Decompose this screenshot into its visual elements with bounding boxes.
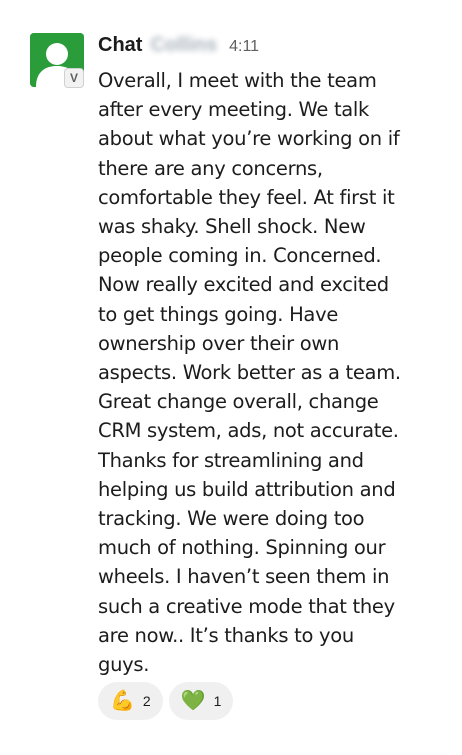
reactions-bar: 💪 2 💚 1 [98, 682, 234, 720]
message-text-line: about what you’re working on if [98, 127, 400, 151]
message-text-line: CRM system, ads, not accurate. [98, 419, 399, 443]
message-text-line: there are any concerns, [98, 156, 323, 180]
green-heart-icon: 💚 [180, 690, 206, 712]
message-text-line: after every meeting. We talk [98, 98, 370, 122]
message-text-line: wheels. I haven’t seen them in [98, 565, 390, 589]
message-text-line: are now.. It’s thanks to you [98, 623, 354, 647]
message-text-line: Thanks for streamlining and [98, 448, 364, 472]
reaction-green-heart[interactable]: 💚 1 [168, 682, 234, 720]
message-text-line: tracking. We were doing too [98, 507, 365, 531]
reaction-count: 1 [213, 693, 222, 709]
avatar-badge: V [64, 68, 84, 88]
message-text-line: such a creative mode that they [98, 594, 395, 618]
message-timestamp[interactable]: 4:11 [229, 38, 259, 56]
message-text-line: people coming in. Concerned. [98, 244, 382, 268]
message-body: Overall, I meet with the team after every… [98, 66, 448, 679]
flexed-biceps-icon: 💪 [110, 690, 135, 712]
reaction-count: 2 [142, 693, 151, 709]
message-text-line: guys. [98, 653, 150, 677]
message-text-line: Great change overall, change [98, 390, 379, 414]
message-text-line: to get things going. Have [98, 302, 339, 326]
message-text-line: helping us build attribution and [98, 477, 396, 501]
message-text-line: comfortable they feel. At first it [98, 185, 395, 209]
message-header: Chat Collins 4:11 [98, 34, 259, 60]
message-text-line: Overall, I meet with the team [98, 69, 377, 92]
reaction-flexed-biceps[interactable]: 💪 2 [98, 682, 163, 720]
message-text-line: aspects. Work better as a team. [98, 361, 401, 385]
sender-name-blurred: Collins [150, 34, 218, 56]
sender-name[interactable]: Chat [98, 34, 142, 57]
message-text-line: much of nothing. Spinning our [98, 536, 386, 560]
message-text-line: ownership over their own [98, 331, 340, 355]
message-text-line: was shaky. Shell shock. New [98, 215, 366, 239]
message-text-line: Now really excited and excited [98, 273, 389, 297]
